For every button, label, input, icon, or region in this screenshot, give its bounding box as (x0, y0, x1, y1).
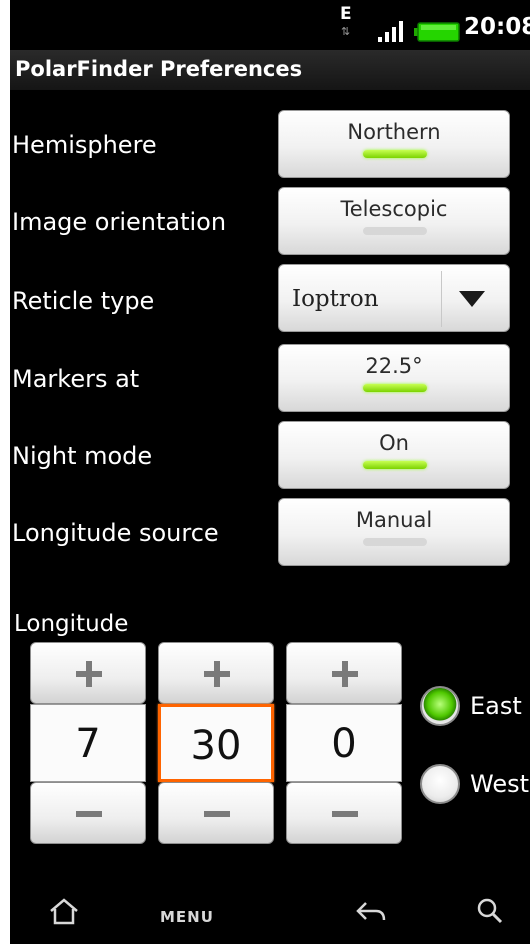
hemisphere-value: Northern (347, 120, 441, 144)
longitude-seconds-picker: 0 (286, 642, 402, 844)
night-mode-label: Night mode (12, 442, 153, 470)
status-bar: E ⇅ 20:08 (10, 0, 530, 50)
search-button[interactable] (474, 896, 508, 936)
search-icon (477, 898, 503, 924)
toggle-indicator-on (363, 384, 427, 392)
signal-strength-icon (378, 21, 403, 42)
longitude-source-value: Manual (355, 508, 433, 532)
night-mode-toggle[interactable]: On (278, 421, 510, 489)
plus-icon (332, 661, 358, 687)
seconds-field[interactable]: 0 (286, 704, 402, 782)
degrees-value: 7 (75, 721, 101, 767)
seconds-decrement-button[interactable] (286, 782, 402, 844)
toggle-indicator-on (363, 150, 427, 158)
plus-icon (76, 661, 102, 687)
navigation-bar: MENU (10, 888, 530, 944)
longitude-source-toggle[interactable]: Manual (278, 498, 510, 566)
longitude-source-label: Longitude source (12, 519, 219, 547)
image-orientation-toggle[interactable]: Telescopic (278, 187, 510, 255)
image-orientation-label: Image orientation (12, 208, 227, 236)
radio-selected-icon (420, 686, 460, 726)
markers-at-value: 22.5° (365, 354, 423, 378)
plus-icon (204, 661, 230, 687)
markers-at-label: Markers at (12, 365, 140, 393)
minus-icon (332, 811, 358, 817)
back-button[interactable] (354, 896, 388, 936)
east-radio[interactable]: East (420, 684, 530, 732)
phone-screen: E ⇅ 20:08 PolarFinder Preferences Hemisp… (10, 0, 530, 944)
degrees-decrement-button[interactable] (30, 782, 146, 844)
longitude-degrees-picker: 7 (30, 642, 146, 844)
menu-label: MENU (160, 908, 214, 926)
reticle-type-dropdown[interactable]: Ioptron (278, 264, 510, 332)
dropdown-arrow-icon (459, 291, 485, 307)
seconds-increment-button[interactable] (286, 642, 402, 704)
battery-icon (414, 22, 460, 42)
hemisphere-label: Hemisphere (12, 131, 157, 159)
west-label: West (470, 770, 530, 798)
radio-unselected-icon (420, 764, 460, 804)
minus-icon (76, 811, 102, 817)
home-icon (50, 898, 78, 925)
menu-button[interactable]: MENU (160, 896, 220, 936)
title-bar: PolarFinder Preferences (10, 50, 530, 90)
minutes-increment-button[interactable] (158, 642, 274, 704)
image-orientation-value: Telescopic (340, 197, 448, 221)
dropdown-divider (441, 271, 442, 327)
east-label: East (470, 692, 522, 720)
reticle-type-label: Reticle type (12, 287, 155, 315)
longitude-heading: Longitude (14, 611, 129, 637)
toggle-indicator-on (363, 461, 427, 469)
minutes-field[interactable]: 30 (158, 704, 274, 782)
minutes-decrement-button[interactable] (158, 782, 274, 844)
seconds-value: 0 (331, 721, 357, 767)
network-type: E (340, 4, 352, 24)
data-activity-icon: ⇅ (341, 25, 351, 38)
markers-at-toggle[interactable]: 22.5° (278, 344, 510, 412)
back-icon (356, 902, 386, 921)
page-title: PolarFinder Preferences (15, 57, 303, 81)
hemisphere-toggle[interactable]: Northern (278, 110, 510, 178)
toggle-indicator-off (363, 538, 427, 546)
degrees-increment-button[interactable] (30, 642, 146, 704)
reticle-type-value: Ioptron (292, 286, 379, 312)
minutes-value: 30 (190, 723, 242, 769)
minus-icon (204, 811, 230, 817)
longitude-minutes-picker: 30 (158, 642, 274, 844)
west-radio[interactable]: West (420, 762, 530, 810)
night-mode-value: On (379, 431, 409, 455)
home-button[interactable] (48, 896, 80, 936)
degrees-field[interactable]: 7 (30, 704, 146, 782)
toggle-indicator-off (363, 227, 427, 235)
status-clock: 20:08 (464, 14, 530, 40)
